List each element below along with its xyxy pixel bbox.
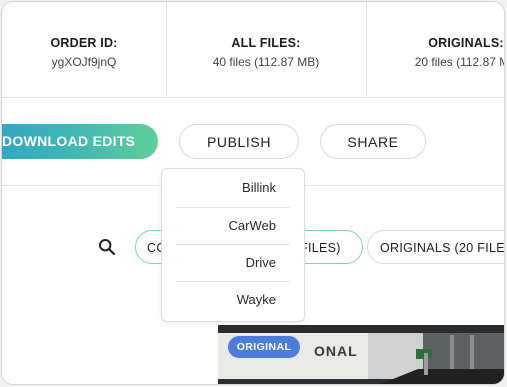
share-button[interactable]: SHARE: [320, 124, 426, 159]
stat-label: ALL FILES:: [231, 36, 301, 50]
filter-chip-originals[interactable]: ORIGINALS (20 FILES: [367, 230, 504, 264]
stat-label: ORDER ID:: [50, 36, 118, 50]
stat-value: ygXOJf9jnQ: [51, 55, 117, 69]
stat-value: 40 files (112.87 MB): [212, 55, 320, 69]
menu-item-carweb[interactable]: CarWeb: [162, 207, 290, 244]
stat-value: 20 files (112.87 MB: [414, 55, 504, 69]
stat-all-files: ALL FILES: 40 files (112.87 MB): [166, 2, 367, 97]
stat-originals: ORIGINALS: 20 files (112.87 MB: [366, 2, 504, 97]
download-edits-button[interactable]: DOWNLOAD EDITS: [2, 124, 158, 159]
publish-dropdown-menu: Billink CarWeb Drive Wayke: [161, 168, 305, 322]
order-stats: ORDER ID: ygXOJf9jnQ ALL FILES: 40 files…: [2, 2, 504, 98]
publish-button[interactable]: PUBLISH: [179, 124, 299, 159]
menu-item-billink[interactable]: Billink: [162, 169, 290, 206]
sign-text: ONAL: [314, 343, 358, 359]
order-panel: ORDER ID: ygXOJf9jnQ ALL FILES: 40 files…: [1, 1, 505, 385]
original-badge: ORIGINAL: [228, 336, 300, 358]
stat-label: ORIGINALS:: [428, 36, 504, 50]
menu-item-drive[interactable]: Drive: [162, 244, 290, 281]
search-icon[interactable]: [98, 238, 116, 256]
menu-item-wayke[interactable]: Wayke: [162, 281, 290, 318]
stat-order-id: ORDER ID: ygXOJf9jnQ: [2, 2, 167, 97]
